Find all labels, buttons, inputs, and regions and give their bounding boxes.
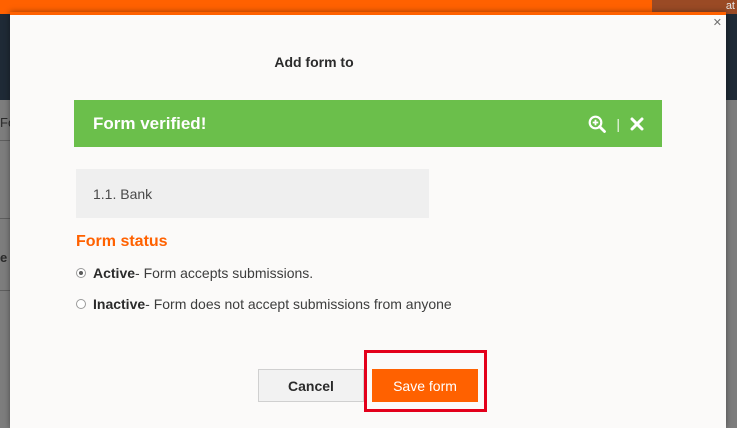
background-divider xyxy=(0,290,10,291)
active-radio[interactable] xyxy=(76,268,86,278)
background-divider xyxy=(0,140,10,141)
add-form-dialog: ✕ Add form to Form verified! | 1.1. Bank… xyxy=(10,12,726,428)
background-corner-text: at xyxy=(725,0,735,12)
background-divider xyxy=(0,218,10,219)
inactive-radio[interactable] xyxy=(76,299,86,309)
active-label: Active xyxy=(93,265,136,281)
form-status-title: Form status xyxy=(76,233,168,250)
status-option-active[interactable]: Active - Form accepts submissions. xyxy=(76,265,313,281)
dialog-close-icon[interactable]: ✕ xyxy=(713,16,722,29)
inactive-label: Inactive xyxy=(93,296,146,312)
active-description: - Form accepts submissions. xyxy=(135,265,314,281)
icon-separator: | xyxy=(616,115,620,132)
zoom-in-icon[interactable] xyxy=(588,115,607,133)
status-option-inactive[interactable]: Inactive - Form does not accept submissi… xyxy=(76,296,452,312)
selected-form-name: 1.1. Bank xyxy=(93,185,153,202)
save-form-button[interactable]: Save form xyxy=(372,369,478,402)
form-verified-bar: Form verified! | xyxy=(74,100,662,147)
verified-message: Form verified! xyxy=(93,113,207,133)
inactive-description: - Form does not accept submissions from … xyxy=(145,296,452,312)
cancel-button[interactable]: Cancel xyxy=(258,369,364,402)
dialog-title: Add form to xyxy=(274,54,354,70)
close-icon[interactable] xyxy=(630,117,644,131)
verified-bar-actions: | xyxy=(588,115,644,133)
background-text: e xyxy=(0,250,8,265)
selected-form-field[interactable]: 1.1. Bank xyxy=(76,169,429,218)
dialog-accent-bar xyxy=(10,12,726,15)
